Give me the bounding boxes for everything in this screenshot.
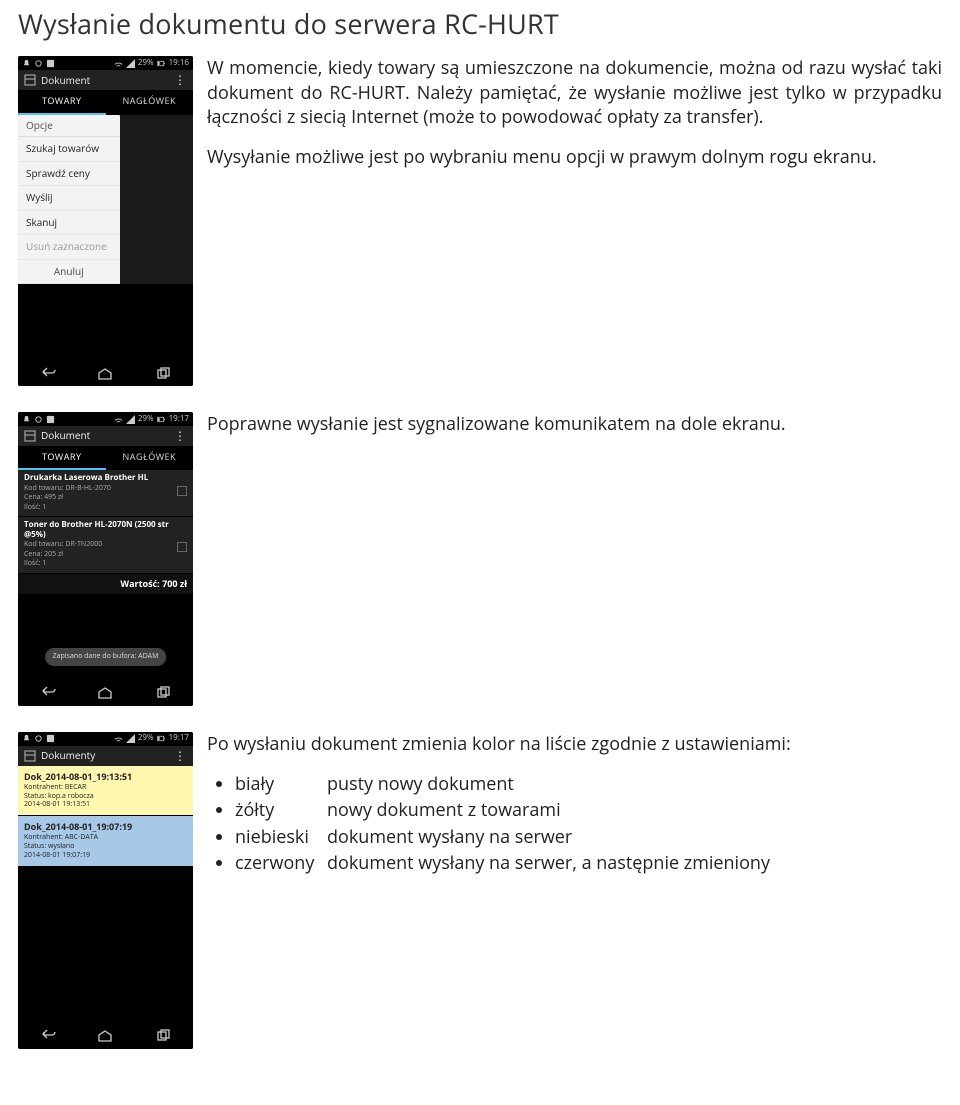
tab-towary[interactable]: TOWARY	[18, 90, 106, 114]
sync-icon	[34, 415, 43, 424]
tab-naglowek[interactable]: NAGŁÓWEK	[106, 90, 194, 114]
popup-item-scan[interactable]: Skanuj	[18, 211, 120, 236]
product-code: Kod towaru: DR-TN2000	[24, 540, 102, 549]
legend-item-red: czerwonydokument wysłany na serwer, a na…	[235, 851, 942, 875]
menu-icon[interactable]: ⋮	[174, 748, 187, 764]
clock-text: 19:17	[169, 733, 189, 744]
doc-title: Dok_2014-08-01_19:13:51	[24, 771, 187, 783]
paragraph-1: W momencie, kiedy towary są umieszczone …	[207, 56, 942, 129]
app-icon	[46, 415, 55, 424]
nav-home-icon[interactable]	[96, 686, 114, 703]
doc-date: 2014-08-01 19:07:19	[24, 852, 187, 861]
clock-text: 19:16	[169, 58, 189, 69]
product-checkbox[interactable]	[177, 542, 187, 552]
wifi-icon	[114, 415, 123, 424]
sync-icon	[34, 734, 43, 743]
appbar-title: Dokument	[41, 74, 174, 88]
app-cube-icon	[24, 750, 36, 762]
signal-icon	[126, 59, 135, 68]
phone-screenshot-1: 29% 19:16 Dokument ⋮ TOWARY NAGŁÓWEK Opc…	[18, 56, 193, 386]
nav-home-icon[interactable]	[96, 367, 114, 384]
signal-icon	[126, 734, 135, 743]
popup-item-delete[interactable]: Usuń zaznaczone	[18, 235, 120, 260]
menu-icon[interactable]: ⋮	[174, 72, 187, 88]
wifi-icon	[114, 734, 123, 743]
options-popup: Opcje Szukaj towarów Sprawdź ceny Wyślij…	[18, 115, 120, 285]
nav-recent-icon[interactable]	[155, 367, 173, 384]
battery-icon	[157, 59, 166, 68]
doc-title: Dok_2014-08-01_19:07:19	[24, 821, 187, 833]
app-icon	[46, 59, 55, 68]
popup-item-prices[interactable]: Sprawdź ceny	[18, 162, 120, 187]
paragraph-4: Po wysłaniu dokument zmienia kolor na li…	[207, 732, 942, 756]
paragraph-2: Wysyłanie możliwe jest po wybraniu menu …	[207, 145, 942, 169]
appbar-title: Dokument	[41, 429, 174, 443]
color-legend-list: białypusty nowy dokument żółtynowy dokum…	[235, 772, 942, 875]
tab-naglowek[interactable]: NAGŁÓWEK	[106, 446, 194, 470]
phone-screenshot-3: 29% 19:17 Dokumenty ⋮ Dok_2014-08-01_19:…	[18, 732, 193, 1049]
product-row[interactable]: Drukarka Laserowa Brother HL Kod towaru:…	[18, 470, 193, 517]
doc-date: 2014-08-01 19:13:51	[24, 801, 187, 810]
nav-back-icon[interactable]	[38, 686, 56, 703]
battery-text: 29%	[138, 414, 154, 425]
bell-icon	[22, 734, 31, 743]
product-name: Toner do Brother HL-2070N (2500 str @5%)	[24, 520, 187, 539]
phone-screenshot-2: 29% 19:17 Dokument ⋮ TOWARY NAGŁÓWEK Dru…	[18, 412, 193, 706]
nav-recent-icon[interactable]	[155, 686, 173, 703]
popup-item-cancel[interactable]: Anuluj	[18, 260, 120, 285]
document-list-item-yellow[interactable]: Dok_2014-08-01_19:13:51 Kontrahent: BECA…	[18, 766, 193, 816]
battery-icon	[157, 415, 166, 424]
appbar-title: Dokumenty	[41, 749, 174, 763]
sync-icon	[34, 59, 43, 68]
product-name: Drukarka Laserowa Brother HL	[24, 473, 187, 483]
battery-text: 29%	[138, 733, 154, 744]
signal-icon	[126, 415, 135, 424]
product-checkbox[interactable]	[177, 486, 187, 496]
legend-item-blue: niebieskidokument wysłany na serwer	[235, 825, 942, 849]
wifi-icon	[114, 59, 123, 68]
product-row[interactable]: Toner do Brother HL-2070N (2500 str @5%)…	[18, 517, 193, 574]
popup-title: Opcje	[18, 115, 120, 138]
bell-icon	[22, 415, 31, 424]
app-cube-icon	[24, 74, 36, 86]
toast-message: Zapisano dane do bufora: ADAM	[45, 648, 167, 665]
product-price: Cena: 205 zł	[24, 550, 102, 559]
bell-icon	[22, 59, 31, 68]
nav-back-icon[interactable]	[38, 1029, 56, 1046]
battery-text: 29%	[138, 58, 154, 69]
product-code: Kod towaru: DR-B-HL-2070	[24, 484, 111, 493]
nav-home-icon[interactable]	[96, 1029, 114, 1046]
popup-item-search[interactable]: Szukaj towarów	[18, 137, 120, 162]
nav-back-icon[interactable]	[38, 367, 56, 384]
legend-item-yellow: żółtynowy dokument z towarami	[235, 798, 942, 822]
page-title: Wysłanie dokumentu do serwera RC-HURT	[18, 6, 942, 42]
document-list-item-blue[interactable]: Dok_2014-08-01_19:07:19 Kontrahent: ABC-…	[18, 816, 193, 866]
total-value: Wartość: 700 zł	[18, 574, 193, 594]
nav-recent-icon[interactable]	[155, 1029, 173, 1046]
popup-item-send[interactable]: Wyślij	[18, 186, 120, 211]
battery-icon	[157, 734, 166, 743]
clock-text: 19:17	[169, 414, 189, 425]
paragraph-3: Poprawne wysłanie jest sygnalizowane kom…	[207, 412, 942, 436]
legend-item-white: białypusty nowy dokument	[235, 772, 942, 796]
menu-icon[interactable]: ⋮	[174, 428, 187, 444]
app-icon	[46, 734, 55, 743]
app-cube-icon	[24, 430, 36, 442]
product-price: Cena: 495 zł	[24, 493, 111, 502]
product-qty: Ilość: 1	[24, 559, 102, 568]
tab-towary[interactable]: TOWARY	[18, 446, 106, 470]
product-qty: Ilość: 1	[24, 503, 111, 512]
